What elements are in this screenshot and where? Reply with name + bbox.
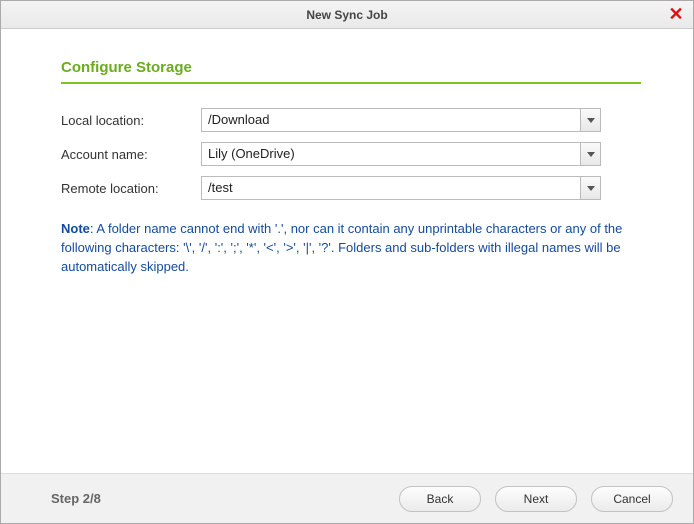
label-account-name: Account name:: [61, 147, 201, 162]
note-text-block: Note: A folder name cannot end with '.',…: [61, 220, 631, 277]
section-divider: [61, 82, 641, 84]
chevron-down-icon: [587, 186, 595, 191]
account-name-select[interactable]: Lily (OneDrive): [201, 142, 601, 166]
content-area: Configure Storage Local location: /Downl…: [1, 29, 693, 473]
chevron-down-icon: [587, 152, 595, 157]
note-body: : A folder name cannot end with '.', nor…: [61, 221, 622, 274]
back-button[interactable]: Back: [399, 486, 481, 512]
local-location-select[interactable]: /Download: [201, 108, 601, 132]
step-indicator: Step 2/8: [51, 491, 101, 506]
remote-location-select[interactable]: /test: [201, 176, 601, 200]
label-remote-location: Remote location:: [61, 181, 201, 196]
close-icon: ✕: [668, 4, 683, 24]
remote-location-dropdown-button[interactable]: [580, 177, 600, 199]
account-name-value: Lily (OneDrive): [202, 143, 580, 165]
label-local-location: Local location:: [61, 113, 201, 128]
local-location-value: /Download: [202, 109, 580, 131]
footer-bar: Step 2/8 Back Next Cancel: [1, 473, 693, 523]
chevron-down-icon: [587, 118, 595, 123]
section-heading: Configure Storage: [61, 59, 643, 76]
row-remote-location: Remote location: /test: [61, 176, 643, 200]
cancel-button[interactable]: Cancel: [591, 486, 673, 512]
local-location-dropdown-button[interactable]: [580, 109, 600, 131]
window-title: New Sync Job: [306, 8, 387, 22]
remote-location-value: /test: [202, 177, 580, 199]
titlebar: New Sync Job ✕: [1, 1, 693, 29]
close-button[interactable]: ✕: [667, 5, 685, 23]
dialog-window: New Sync Job ✕ Configure Storage Local l…: [0, 0, 694, 524]
row-account-name: Account name: Lily (OneDrive): [61, 142, 643, 166]
next-button[interactable]: Next: [495, 486, 577, 512]
row-local-location: Local location: /Download: [61, 108, 643, 132]
account-name-dropdown-button[interactable]: [580, 143, 600, 165]
note-label: Note: [61, 221, 90, 236]
